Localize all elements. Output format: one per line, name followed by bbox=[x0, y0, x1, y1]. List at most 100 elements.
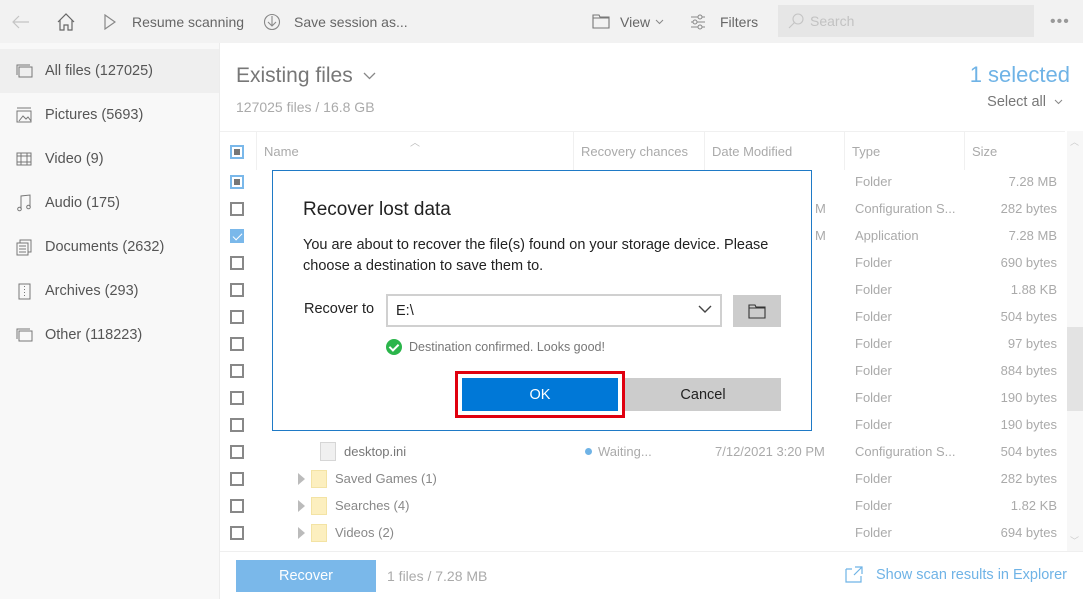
all-files-icon bbox=[15, 62, 33, 80]
row-checkbox[interactable] bbox=[230, 418, 244, 432]
row-checkbox[interactable] bbox=[230, 472, 244, 486]
column-label: Type bbox=[852, 143, 881, 159]
show-in-explorer-link[interactable]: Show scan results in Explorer bbox=[845, 566, 1067, 583]
file-name: Videos (2) bbox=[335, 525, 395, 540]
sort-ascending-icon: ︿ bbox=[410, 138, 420, 149]
column-header-type[interactable]: Type bbox=[844, 132, 964, 170]
column-label: Name bbox=[264, 143, 299, 159]
vertical-scrollbar[interactable]: ︿ ﹀ bbox=[1067, 131, 1083, 551]
scroll-thumb[interactable] bbox=[1067, 327, 1083, 411]
search-box[interactable] bbox=[778, 5, 1034, 37]
scroll-down-icon[interactable]: ﹀ bbox=[1070, 534, 1079, 547]
table-row[interactable]: desktop.ini Waiting... 7/12/2021 3:20 PM Co… bbox=[220, 438, 1065, 465]
row-checkbox[interactable] bbox=[230, 445, 244, 459]
column-header-date[interactable]: Date Modified bbox=[704, 132, 844, 170]
sidebar-item-audio[interactable]: Audio (175) bbox=[0, 181, 219, 225]
resume-scanning-button[interactable]: Resume scanning bbox=[104, 0, 244, 43]
expand-arrow-icon[interactable] bbox=[298, 526, 305, 539]
back-button[interactable] bbox=[12, 0, 30, 43]
row-checkbox[interactable] bbox=[230, 202, 244, 216]
type-cell: Folder bbox=[855, 363, 892, 378]
video-icon bbox=[15, 150, 33, 168]
sidebar-item-pictures[interactable]: Pictures (5693) bbox=[0, 93, 219, 137]
size-cell: 504 bytes bbox=[1000, 309, 1057, 324]
view-selector[interactable]: Existing files bbox=[236, 64, 376, 88]
type-cell: Folder bbox=[855, 471, 892, 486]
filters-icon bbox=[691, 14, 705, 29]
row-checkbox[interactable] bbox=[230, 229, 244, 243]
size-cell: 190 bytes bbox=[1000, 390, 1057, 405]
size-cell: 884 bytes bbox=[1000, 363, 1057, 378]
table-row[interactable]: Saved Games (1) Folder 282 bytes bbox=[220, 465, 1065, 492]
sidebar-item-all-files[interactable]: All files (127025) bbox=[0, 49, 219, 93]
row-checkbox[interactable] bbox=[230, 391, 244, 405]
folder-icon bbox=[748, 303, 766, 319]
open-external-icon bbox=[845, 566, 863, 583]
toolbar: Resume scanning Save session as... View … bbox=[0, 0, 1083, 43]
folder-icon bbox=[592, 14, 610, 29]
file-name: Saved Games (1) bbox=[335, 471, 437, 486]
home-button[interactable] bbox=[56, 0, 76, 43]
type-cell: Folder bbox=[855, 282, 892, 297]
row-checkbox[interactable] bbox=[230, 499, 244, 513]
select-all-dropdown[interactable]: Select all bbox=[987, 94, 1063, 110]
search-input[interactable] bbox=[810, 13, 1030, 29]
save-session-label: Save session as... bbox=[294, 13, 408, 30]
destination-dropdown[interactable]: E:\ bbox=[386, 294, 722, 327]
cancel-button[interactable]: Cancel bbox=[625, 378, 781, 411]
back-arrow-icon bbox=[12, 15, 29, 28]
scroll-up-icon[interactable]: ︿ bbox=[1070, 135, 1079, 148]
browse-folder-button[interactable] bbox=[733, 295, 781, 327]
selection-summary: 1 files / 7.28 MB bbox=[387, 568, 488, 584]
sidebar-item-other[interactable]: Other (118223) bbox=[0, 313, 219, 357]
filters-button[interactable]: Filters bbox=[690, 0, 758, 43]
destination-status-text: Destination confirmed. Looks good! bbox=[409, 340, 605, 354]
row-checkbox[interactable] bbox=[230, 337, 244, 351]
size-cell: 282 bytes bbox=[1000, 201, 1057, 216]
play-icon bbox=[104, 13, 116, 30]
resume-scanning-label: Resume scanning bbox=[132, 13, 245, 30]
download-icon bbox=[263, 13, 281, 30]
sidebar-item-video[interactable]: Video (9) bbox=[0, 137, 219, 181]
row-checkbox[interactable] bbox=[230, 175, 244, 189]
column-header-recovery[interactable]: Recovery chances bbox=[573, 132, 705, 170]
expand-arrow-icon[interactable] bbox=[298, 472, 305, 485]
table-row[interactable]: Videos (2) Folder 694 bytes bbox=[220, 519, 1065, 546]
expand-arrow-icon[interactable] bbox=[298, 499, 305, 512]
sidebar-item-label: Audio (175) bbox=[45, 195, 120, 211]
view-label: View bbox=[620, 13, 651, 30]
row-checkbox[interactable] bbox=[230, 283, 244, 297]
file-name-cell: Videos (2) bbox=[298, 519, 394, 546]
dialog-message: You are about to recover the file(s) fou… bbox=[303, 237, 769, 274]
size-cell: 7.28 MB bbox=[1008, 174, 1057, 189]
save-session-button[interactable]: Save session as... bbox=[263, 0, 408, 43]
ok-button[interactable]: OK bbox=[462, 378, 618, 411]
type-cell: Folder bbox=[855, 336, 892, 351]
select-all-checkbox[interactable] bbox=[230, 145, 244, 159]
folder-icon bbox=[311, 523, 327, 542]
file-name-cell: Saved Games (1) bbox=[298, 465, 437, 492]
sidebar-item-label: Archives (293) bbox=[45, 283, 139, 299]
view-menu-button[interactable]: View bbox=[592, 0, 664, 43]
table-row[interactable]: Searches (4) Folder 1.82 KB bbox=[220, 492, 1065, 519]
type-cell: Configuration S... bbox=[855, 201, 956, 216]
date-modified-cell: 7/12/2021 3:20 PM bbox=[715, 444, 825, 459]
recover-button[interactable]: Recover bbox=[236, 560, 376, 592]
table-header: Name Recovery chances Date Modified Type… bbox=[220, 131, 1065, 170]
type-cell: Folder bbox=[855, 498, 892, 513]
file-name-cell: Searches (4) bbox=[298, 492, 409, 519]
type-cell: Folder bbox=[855, 309, 892, 324]
sidebar-item-archives[interactable]: Archives (293) bbox=[0, 269, 219, 313]
row-checkbox[interactable] bbox=[230, 526, 244, 540]
column-label: Date Modified bbox=[712, 143, 793, 159]
size-cell: 7.28 MB bbox=[1008, 228, 1057, 243]
more-options-button[interactable]: ••• bbox=[1050, 13, 1070, 31]
column-header-size[interactable]: Size bbox=[964, 132, 1065, 170]
row-checkbox[interactable] bbox=[230, 364, 244, 378]
sidebar-item-documents[interactable]: Documents (2632) bbox=[0, 225, 219, 269]
status-dot-icon bbox=[585, 448, 592, 455]
type-cell: Folder bbox=[855, 390, 892, 405]
row-checkbox[interactable] bbox=[230, 256, 244, 270]
row-checkbox[interactable] bbox=[230, 310, 244, 324]
footer: Recover 1 files / 7.28 MB Show scan resu… bbox=[220, 551, 1083, 599]
